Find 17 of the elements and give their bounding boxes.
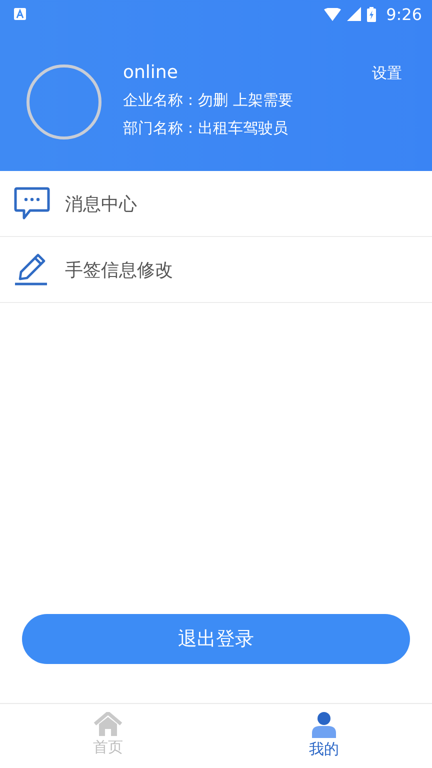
signal-icon bbox=[347, 7, 362, 21]
menu-item[interactable]: 消息中心 bbox=[0, 171, 432, 237]
wifi-icon bbox=[324, 8, 342, 20]
status-time: 9:26 bbox=[386, 4, 422, 24]
logout-button[interactable]: 退出登录 bbox=[22, 614, 410, 664]
department-name: 部门名称：出租车驾驶员 bbox=[123, 118, 289, 139]
chat-bubble-icon bbox=[14, 187, 50, 220]
battery-charging-icon bbox=[367, 6, 376, 22]
person-icon bbox=[312, 712, 336, 738]
avatar-circle-icon bbox=[26, 64, 102, 140]
app-notification-icon bbox=[14, 8, 26, 20]
menu-item[interactable]: 手签信息修改 bbox=[0, 237, 432, 303]
company-name: 企业名称：勿删 上架需要 bbox=[123, 90, 294, 111]
user-name: online bbox=[123, 61, 179, 85]
pencil-icon bbox=[14, 253, 50, 286]
home-icon bbox=[93, 712, 123, 736]
settings-link[interactable]: 设置 bbox=[372, 64, 402, 83]
